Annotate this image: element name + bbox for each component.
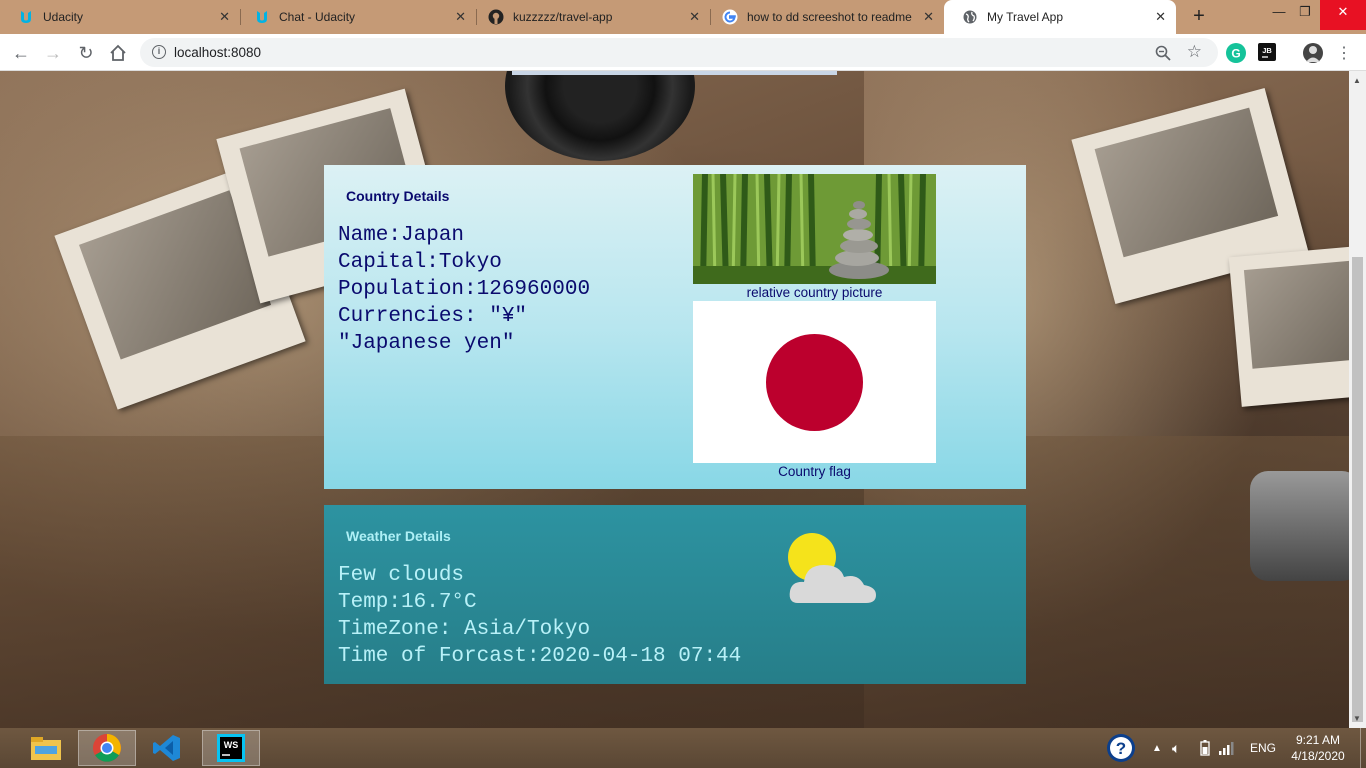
tab-close-icon[interactable]: ✕ bbox=[923, 9, 934, 25]
bookmark-star-icon[interactable]: ☆ bbox=[1187, 42, 1202, 62]
scrollbar-thumb[interactable] bbox=[1352, 257, 1363, 722]
country-picture-caption: relative country picture bbox=[746, 285, 883, 300]
weather-details-heading: Weather Details bbox=[346, 528, 451, 544]
country-info: Name:Japan Capital:Tokyo Population:1269… bbox=[338, 222, 590, 357]
globe-icon bbox=[962, 9, 978, 25]
tab-my-travel-app[interactable]: My Travel App ✕ bbox=[944, 0, 1176, 34]
volume-icon[interactable]: 🔈︎ bbox=[1172, 728, 1180, 768]
udacity-icon bbox=[18, 9, 34, 25]
tab-close-icon[interactable]: ✕ bbox=[1155, 9, 1166, 25]
google-icon bbox=[722, 9, 738, 25]
background-camera-body bbox=[1250, 471, 1349, 581]
weather-timezone: TimeZone: Asia/Tokyo bbox=[338, 618, 591, 641]
browser-tab-strip: Udacity ✕ Chat - Udacity ✕ kuzzzzz/trave… bbox=[0, 0, 1366, 34]
url-text[interactable]: localhost:8080 bbox=[174, 45, 261, 60]
tab-label: Udacity bbox=[43, 10, 84, 24]
file-explorer-icon[interactable] bbox=[17, 730, 75, 766]
browser-toolbar: ← → ↻ i localhost:8080 ☆ G JB ⋮ bbox=[0, 34, 1366, 71]
forward-arrow-icon[interactable]: → bbox=[42, 42, 64, 64]
zoom-icon[interactable] bbox=[1154, 44, 1172, 62]
country-details-card: Country Details Name:Japan Capital:Tokyo… bbox=[324, 165, 1026, 489]
tab-close-icon[interactable]: ✕ bbox=[455, 9, 466, 25]
jetbrains-extension-icon[interactable]: JB bbox=[1258, 43, 1276, 61]
svg-text:JB: JB bbox=[1262, 46, 1272, 55]
home-icon[interactable] bbox=[107, 42, 129, 64]
webstorm-icon[interactable]: WS bbox=[202, 730, 260, 766]
svg-text:G: G bbox=[1231, 47, 1240, 61]
chrome-icon[interactable] bbox=[78, 730, 136, 766]
back-arrow-icon[interactable]: ← bbox=[10, 42, 32, 64]
background-strip bbox=[512, 71, 837, 75]
scroll-down-arrow-icon[interactable]: ▼ bbox=[1353, 714, 1361, 723]
battery-icon[interactable] bbox=[1200, 728, 1210, 768]
clock-date: 4/18/2020 bbox=[1291, 749, 1345, 763]
weather-details-card: Weather Details Few clouds Temp:16.7°C T… bbox=[324, 505, 1026, 684]
input-language-indicator[interactable]: ENG bbox=[1250, 728, 1276, 768]
tab-label: kuzzzzz/travel-app bbox=[513, 10, 613, 24]
flag-red-disc bbox=[766, 334, 863, 431]
windows-taskbar: WS ? ▲ 🔈︎ ENG 9:21 AM 4/18/2020 bbox=[0, 728, 1366, 768]
country-currencies: Currencies: "¥" bbox=[338, 305, 528, 328]
tab-label: Chat - Udacity bbox=[279, 10, 356, 24]
tab-close-icon[interactable]: ✕ bbox=[689, 9, 700, 25]
tab-google-search[interactable]: how to dd screeshot to readme ✕ bbox=[704, 0, 944, 34]
tab-chat-udacity[interactable]: Chat - Udacity ✕ bbox=[236, 0, 476, 34]
country-flag bbox=[693, 301, 936, 463]
vscode-icon[interactable] bbox=[138, 730, 196, 766]
scroll-up-arrow-icon[interactable]: ▲ bbox=[1353, 76, 1361, 85]
new-tab-button[interactable]: + bbox=[1188, 5, 1210, 27]
tab-close-icon[interactable]: ✕ bbox=[219, 9, 230, 25]
github-icon bbox=[488, 9, 504, 25]
background-postcard bbox=[1228, 245, 1349, 407]
network-signal-icon[interactable] bbox=[1218, 728, 1236, 768]
weather-forecast-time: Time of Forcast:2020-04-18 07:44 bbox=[338, 645, 742, 668]
tab-github-travel-app[interactable]: kuzzzzz/travel-app ✕ bbox=[470, 0, 710, 34]
browser-menu-icon[interactable]: ⋮ bbox=[1333, 42, 1355, 64]
weather-temperature: Temp:16.7°C bbox=[338, 591, 477, 614]
grammarly-extension-icon[interactable]: G bbox=[1226, 43, 1246, 63]
sun-behind-cloud-icon bbox=[786, 533, 878, 605]
weather-info: Few clouds Temp:16.7°C TimeZone: Asia/To… bbox=[338, 562, 741, 670]
reload-icon[interactable]: ↻ bbox=[75, 42, 97, 64]
svg-text:WS: WS bbox=[224, 740, 239, 750]
system-clock[interactable]: 9:21 AM 4/18/2020 bbox=[1278, 732, 1358, 764]
udacity-icon bbox=[254, 9, 270, 25]
show-desktop-button[interactable] bbox=[1360, 728, 1366, 768]
country-picture bbox=[693, 174, 936, 284]
tab-label: how to dd screeshot to readme bbox=[747, 10, 912, 24]
clock-time: 9:21 AM bbox=[1295, 733, 1341, 747]
window-close-icon[interactable]: ✕ bbox=[1320, 0, 1366, 30]
profile-avatar[interactable] bbox=[1303, 43, 1323, 63]
page-scrollbar[interactable]: ▲ ▼ bbox=[1349, 71, 1366, 728]
help-icon[interactable]: ? bbox=[1106, 728, 1136, 768]
tab-udacity[interactable]: Udacity ✕ bbox=[0, 0, 240, 34]
country-details-heading: Country Details bbox=[346, 188, 450, 204]
page-viewport: Country Details Name:Japan Capital:Tokyo… bbox=[0, 71, 1349, 728]
address-bar[interactable]: i localhost:8080 ☆ bbox=[140, 38, 1218, 67]
site-info-icon[interactable]: i bbox=[152, 45, 166, 59]
country-capital: Capital:Tokyo bbox=[338, 251, 502, 274]
weather-description: Few clouds bbox=[338, 564, 465, 587]
country-currency-name: "Japanese yen" bbox=[338, 332, 515, 355]
country-population: Population:126960000 bbox=[338, 278, 591, 301]
country-flag-caption: Country flag bbox=[778, 464, 851, 479]
svg-text:?: ? bbox=[1116, 739, 1126, 758]
maximize-icon[interactable]: ❐ bbox=[1290, 0, 1320, 30]
tab-label: My Travel App bbox=[987, 10, 1064, 24]
show-hidden-icons-chevron-icon[interactable]: ▲ bbox=[1152, 728, 1162, 768]
country-name: Name:Japan bbox=[338, 224, 465, 247]
